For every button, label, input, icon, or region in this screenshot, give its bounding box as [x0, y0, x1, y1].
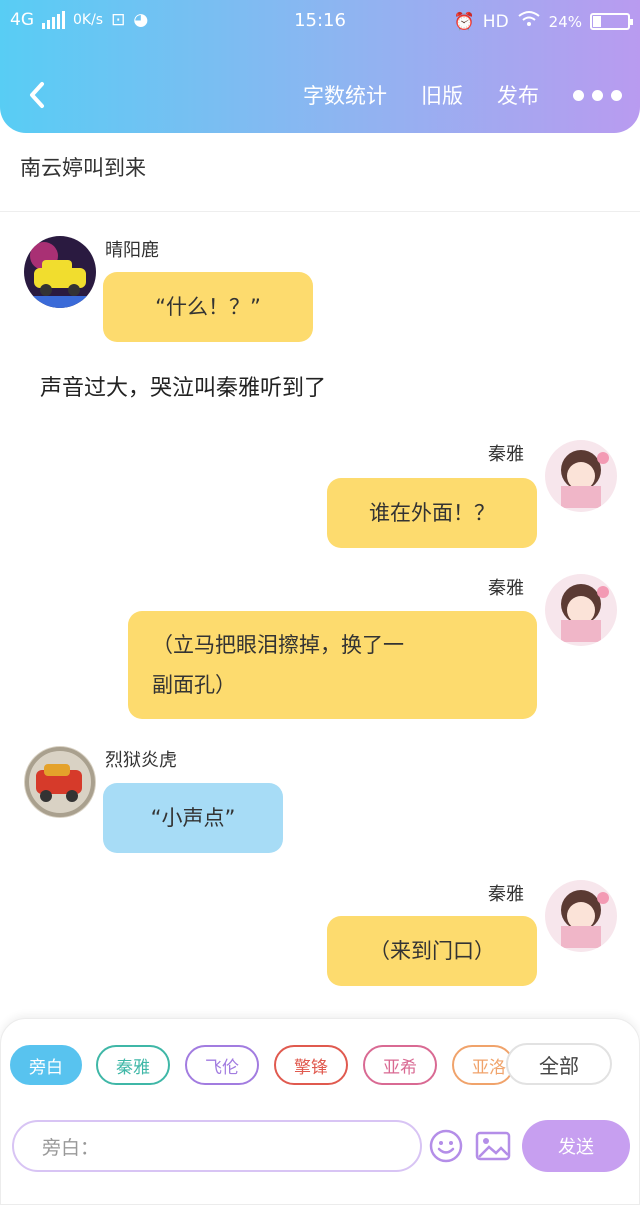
role-chip-yaluo[interactable]: 亚洛	[452, 1045, 514, 1085]
more-icon[interactable]	[573, 89, 622, 101]
message-line: 副面孔）	[152, 673, 236, 697]
nav-bar: 字数统计 旧版 发布	[0, 70, 640, 120]
send-button[interactable]: 发送	[522, 1120, 630, 1172]
role-chip-yaxi[interactable]: 亚希	[363, 1045, 437, 1085]
message-bubble[interactable]: “什么！？”	[103, 272, 313, 342]
role-chip-label: 亚洛	[472, 1057, 506, 1078]
publish-button[interactable]: 发布	[497, 80, 539, 110]
role-chip-narrator[interactable]: 旁白	[10, 1045, 82, 1085]
message-bubble[interactable]: （来到门口）	[327, 916, 537, 986]
all-roles-button[interactable]: 全部	[506, 1043, 612, 1085]
message-line: （立马把眼泪擦掉，换了一	[152, 633, 404, 657]
avatar[interactable]	[24, 746, 96, 818]
word-count-button[interactable]: 字数统计	[303, 80, 387, 110]
role-chip-qingfeng[interactable]: 擎锋	[274, 1045, 348, 1085]
hd-label: HD	[482, 11, 509, 32]
sender-name: 秦雅	[488, 578, 524, 599]
back-icon[interactable]	[22, 78, 56, 112]
sender-name: 秦雅	[488, 884, 524, 905]
battery-icon	[590, 13, 633, 30]
emoji-icon[interactable]	[428, 1128, 464, 1164]
status-bar: 4G 0K/s ⊡ ◕ 15:16 ⏰ HD 24%	[0, 8, 640, 36]
message-bubble[interactable]: （立马把眼泪擦掉，换了一 副面孔）	[128, 611, 537, 719]
avatar[interactable]	[545, 574, 617, 646]
role-chip-qinya[interactable]: 秦雅	[96, 1045, 170, 1085]
message-bubble[interactable]: 谁在外面！？	[327, 478, 537, 548]
image-icon[interactable]	[474, 1128, 512, 1164]
narration-text: 声音过大，哭泣叫秦雅听到了	[40, 376, 327, 401]
sender-name: 秦雅	[488, 444, 524, 465]
sender-name: 烈狱炎虎	[105, 750, 177, 771]
message-input[interactable]: 旁白：	[12, 1120, 422, 1172]
alarm-icon: ⏰	[453, 11, 475, 32]
avatar[interactable]	[545, 880, 617, 952]
avatar[interactable]	[24, 236, 96, 308]
divider	[0, 211, 640, 212]
battery-percent: 24%	[548, 12, 582, 31]
avatar[interactable]	[545, 440, 617, 512]
message-bubble[interactable]: “小声点”	[103, 783, 283, 853]
top-header: 4G 0K/s ⊡ ◕ 15:16 ⏰ HD 24% 字数统计 旧版 发布	[0, 0, 640, 133]
sender-name: 晴阳鹿	[105, 240, 159, 261]
role-chip-feilun[interactable]: 飞伦	[185, 1045, 259, 1085]
old-version-button[interactable]: 旧版	[421, 80, 463, 110]
story-title: 南云婷叫到来	[20, 156, 146, 180]
wifi-icon	[517, 10, 541, 33]
